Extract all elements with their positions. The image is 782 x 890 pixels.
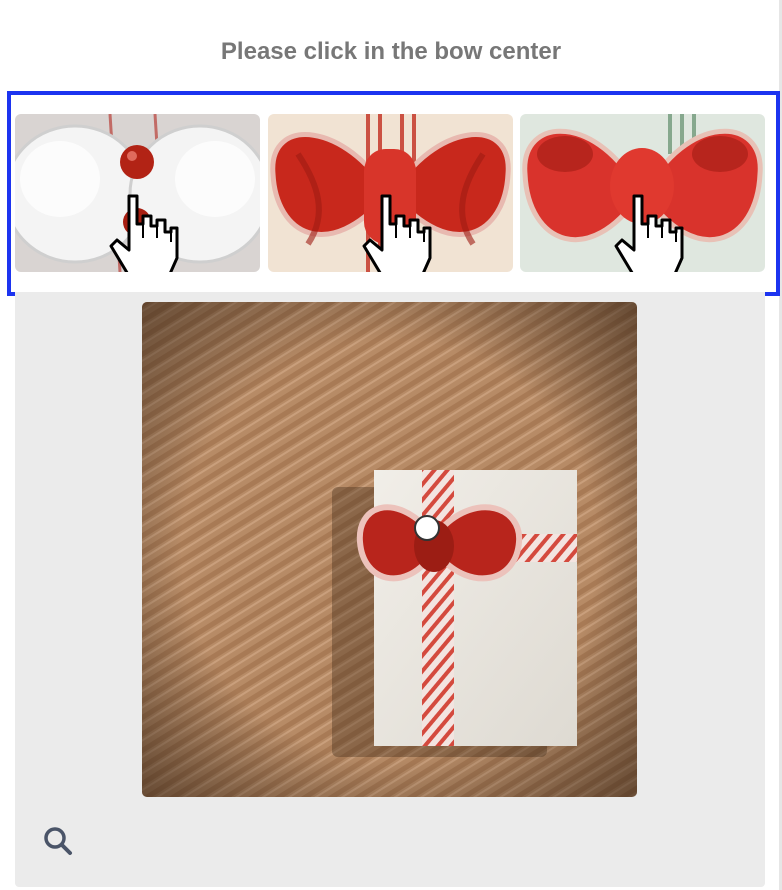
example-tile-red-bow xyxy=(268,114,513,272)
click-marker xyxy=(414,515,440,541)
examples-highlight-frame xyxy=(7,91,780,296)
example-tile-bright-red-bow xyxy=(520,114,765,272)
example-image-red-bow xyxy=(268,114,513,272)
instruction-title: Please click in the bow center xyxy=(220,38,562,65)
example-image-bright-red-bow xyxy=(520,114,765,272)
example-tile-white-bow xyxy=(15,114,260,272)
example-image-white-bow xyxy=(15,114,260,272)
captcha-widget: Please click in the bow center xyxy=(0,0,782,890)
search-icon xyxy=(44,827,72,855)
challenge-panel xyxy=(15,292,765,887)
challenge-image[interactable] xyxy=(142,302,637,797)
zoom-button[interactable] xyxy=(41,824,75,858)
